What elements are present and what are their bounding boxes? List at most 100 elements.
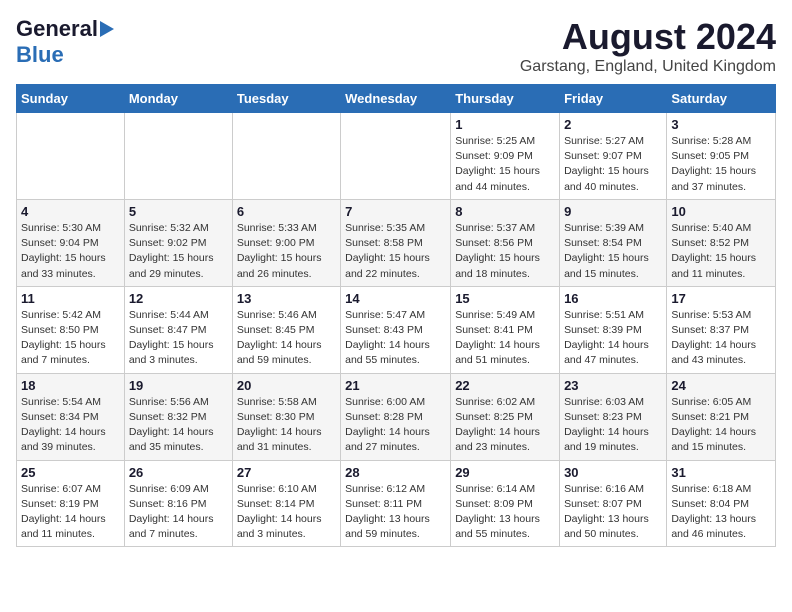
calendar-cell: 28 Sunrise: 6:12 AM Sunset: 8:11 PM Dayli… (341, 460, 451, 547)
calendar-cell: 17 Sunrise: 5:53 AM Sunset: 8:37 PM Dayli… (667, 286, 776, 373)
day-number: 27 (237, 465, 336, 480)
day-number: 25 (21, 465, 120, 480)
calendar-cell: 6 Sunrise: 5:33 AM Sunset: 9:00 PM Daylig… (232, 199, 340, 286)
day-info: Sunrise: 6:12 AM Sunset: 8:11 PM Dayligh… (345, 482, 446, 543)
calendar-cell: 19 Sunrise: 5:56 AM Sunset: 8:32 PM Dayli… (124, 373, 232, 460)
day-number: 14 (345, 291, 446, 306)
day-number: 15 (455, 291, 555, 306)
calendar-week-row: 4 Sunrise: 5:30 AM Sunset: 9:04 PM Daylig… (17, 199, 776, 286)
day-number: 1 (455, 117, 555, 132)
day-info: Sunrise: 5:58 AM Sunset: 8:30 PM Dayligh… (237, 395, 336, 456)
day-number: 4 (21, 204, 120, 219)
day-info: Sunrise: 6:07 AM Sunset: 8:19 PM Dayligh… (21, 482, 120, 543)
calendar-cell: 21 Sunrise: 6:00 AM Sunset: 8:28 PM Dayli… (341, 373, 451, 460)
calendar-cell: 9Sunrise: 5:39 AM Sunset: 8:54 PM Daylig… (560, 199, 667, 286)
calendar-table: SundayMondayTuesdayWednesdayThursdayFrid… (16, 84, 776, 547)
day-number: 5 (129, 204, 228, 219)
day-number: 8 (455, 204, 555, 219)
day-info: Sunrise: 5:44 AM Sunset: 8:47 PM Dayligh… (129, 308, 228, 369)
logo: General Blue (16, 16, 114, 68)
day-info: Sunrise: 6:05 AM Sunset: 8:21 PM Dayligh… (671, 395, 771, 456)
day-number: 16 (564, 291, 662, 306)
calendar-week-row: 11 Sunrise: 5:42 AM Sunset: 8:50 PM Dayli… (17, 286, 776, 373)
calendar-cell: 27Sunrise: 6:10 AM Sunset: 8:14 PM Dayli… (232, 460, 340, 547)
day-number: 12 (129, 291, 228, 306)
calendar-cell: 18Sunrise: 5:54 AM Sunset: 8:34 PM Dayli… (17, 373, 125, 460)
day-number: 26 (129, 465, 228, 480)
calendar-cell: 29 Sunrise: 6:14 AM Sunset: 8:09 PM Dayli… (451, 460, 560, 547)
day-info: Sunrise: 5:54 AM Sunset: 8:34 PM Dayligh… (21, 395, 120, 456)
calendar-cell: 5Sunrise: 5:32 AM Sunset: 9:02 PM Daylig… (124, 199, 232, 286)
calendar-cell: 15 Sunrise: 5:49 AM Sunset: 8:41 PM Dayli… (451, 286, 560, 373)
col-header-friday: Friday (560, 85, 667, 113)
day-info: Sunrise: 6:00 AM Sunset: 8:28 PM Dayligh… (345, 395, 446, 456)
calendar-cell: 25 Sunrise: 6:07 AM Sunset: 8:19 PM Dayli… (17, 460, 125, 547)
calendar-cell: 14 Sunrise: 5:47 AM Sunset: 8:43 PM Dayli… (341, 286, 451, 373)
day-info: Sunrise: 5:37 AM Sunset: 8:56 PM Dayligh… (455, 221, 555, 282)
calendar-cell: 10Sunrise: 5:40 AM Sunset: 8:52 PM Dayli… (667, 199, 776, 286)
day-number: 21 (345, 378, 446, 393)
day-info: Sunrise: 6:16 AM Sunset: 8:07 PM Dayligh… (564, 482, 662, 543)
day-number: 23 (564, 378, 662, 393)
day-number: 20 (237, 378, 336, 393)
day-info: Sunrise: 5:53 AM Sunset: 8:37 PM Dayligh… (671, 308, 771, 369)
calendar-header-row: SundayMondayTuesdayWednesdayThursdayFrid… (17, 85, 776, 113)
day-number: 11 (21, 291, 120, 306)
logo-arrow-icon (100, 21, 114, 37)
day-number: 30 (564, 465, 662, 480)
day-info: Sunrise: 5:56 AM Sunset: 8:32 PM Dayligh… (129, 395, 228, 456)
calendar-cell: 7Sunrise: 5:35 AM Sunset: 8:58 PM Daylig… (341, 199, 451, 286)
day-number: 13 (237, 291, 336, 306)
day-number: 29 (455, 465, 555, 480)
day-number: 10 (671, 204, 771, 219)
calendar-cell: 12 Sunrise: 5:44 AM Sunset: 8:47 PM Dayli… (124, 286, 232, 373)
logo-blue: Blue (16, 42, 64, 68)
day-info: Sunrise: 5:28 AM Sunset: 9:05 PM Dayligh… (671, 134, 771, 195)
calendar-week-row: 25 Sunrise: 6:07 AM Sunset: 8:19 PM Dayli… (17, 460, 776, 547)
calendar-cell (341, 113, 451, 200)
day-number: 28 (345, 465, 446, 480)
calendar-week-row: 1 Sunrise: 5:25 AM Sunset: 9:09 PM Daylig… (17, 113, 776, 200)
col-header-sunday: Sunday (17, 85, 125, 113)
day-info: Sunrise: 5:51 AM Sunset: 8:39 PM Dayligh… (564, 308, 662, 369)
day-number: 19 (129, 378, 228, 393)
title-area: August 2024 Garstang, England, United Ki… (520, 16, 776, 76)
calendar-cell (232, 113, 340, 200)
calendar-cell: 8 Sunrise: 5:37 AM Sunset: 8:56 PM Daylig… (451, 199, 560, 286)
day-number: 2 (564, 117, 662, 132)
day-info: Sunrise: 5:47 AM Sunset: 8:43 PM Dayligh… (345, 308, 446, 369)
calendar-cell: 2Sunrise: 5:27 AM Sunset: 9:07 PM Daylig… (560, 113, 667, 200)
day-info: Sunrise: 6:03 AM Sunset: 8:23 PM Dayligh… (564, 395, 662, 456)
day-info: Sunrise: 5:35 AM Sunset: 8:58 PM Dayligh… (345, 221, 446, 282)
day-info: Sunrise: 5:42 AM Sunset: 8:50 PM Dayligh… (21, 308, 120, 369)
day-number: 6 (237, 204, 336, 219)
day-info: Sunrise: 5:25 AM Sunset: 9:09 PM Dayligh… (455, 134, 555, 195)
calendar-cell: 4 Sunrise: 5:30 AM Sunset: 9:04 PM Daylig… (17, 199, 125, 286)
day-info: Sunrise: 5:49 AM Sunset: 8:41 PM Dayligh… (455, 308, 555, 369)
calendar-cell: 16 Sunrise: 5:51 AM Sunset: 8:39 PM Dayli… (560, 286, 667, 373)
col-header-thursday: Thursday (451, 85, 560, 113)
day-number: 17 (671, 291, 771, 306)
day-info: Sunrise: 5:30 AM Sunset: 9:04 PM Dayligh… (21, 221, 120, 282)
calendar-cell: 3Sunrise: 5:28 AM Sunset: 9:05 PM Daylig… (667, 113, 776, 200)
calendar-cell (124, 113, 232, 200)
calendar-cell: 30 Sunrise: 6:16 AM Sunset: 8:07 PM Dayli… (560, 460, 667, 547)
col-header-monday: Monday (124, 85, 232, 113)
day-info: Sunrise: 6:02 AM Sunset: 8:25 PM Dayligh… (455, 395, 555, 456)
calendar-cell: 20 Sunrise: 5:58 AM Sunset: 8:30 PM Dayli… (232, 373, 340, 460)
day-info: Sunrise: 6:14 AM Sunset: 8:09 PM Dayligh… (455, 482, 555, 543)
day-number: 31 (671, 465, 771, 480)
calendar-cell: 22Sunrise: 6:02 AM Sunset: 8:25 PM Dayli… (451, 373, 560, 460)
day-info: Sunrise: 5:33 AM Sunset: 9:00 PM Dayligh… (237, 221, 336, 282)
calendar-cell: 11 Sunrise: 5:42 AM Sunset: 8:50 PM Dayli… (17, 286, 125, 373)
day-info: Sunrise: 6:09 AM Sunset: 8:16 PM Dayligh… (129, 482, 228, 543)
calendar-cell: 1 Sunrise: 5:25 AM Sunset: 9:09 PM Daylig… (451, 113, 560, 200)
day-number: 24 (671, 378, 771, 393)
calendar-cell: 24 Sunrise: 6:05 AM Sunset: 8:21 PM Dayli… (667, 373, 776, 460)
logo-general: General (16, 16, 98, 42)
location-subtitle: Garstang, England, United Kingdom (520, 58, 776, 76)
calendar-cell: 23 Sunrise: 6:03 AM Sunset: 8:23 PM Dayli… (560, 373, 667, 460)
month-year-title: August 2024 (520, 16, 776, 58)
col-header-tuesday: Tuesday (232, 85, 340, 113)
col-header-saturday: Saturday (667, 85, 776, 113)
